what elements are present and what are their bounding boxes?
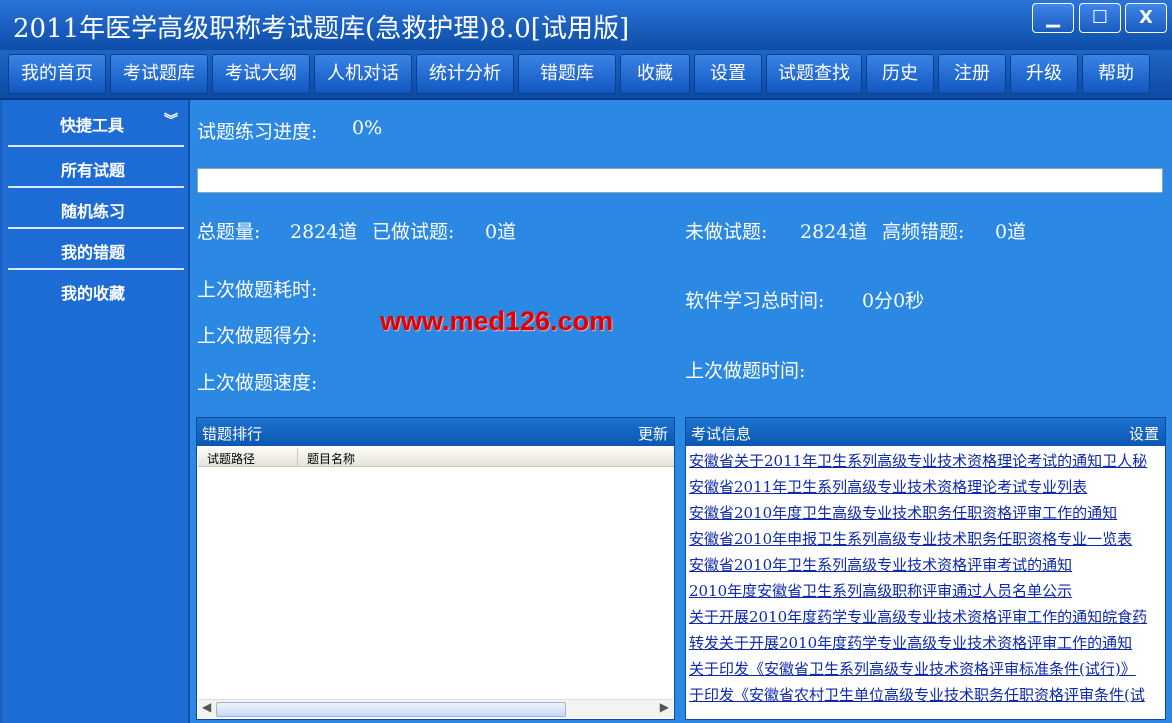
frequent-wrong-value: 0道	[995, 221, 1027, 243]
last-time-label: 上次做题时间:	[685, 360, 806, 382]
total-study-value: 0分0秒	[862, 290, 925, 312]
progress-value: 0%	[352, 117, 383, 139]
app-title: 2011年医学高级职称考试题库(急救护理)8.0[试用版]	[13, 14, 630, 44]
close-button[interactable]: X	[1125, 3, 1167, 33]
maximize-icon: ☐	[1091, 7, 1109, 28]
total-value: 2824道	[290, 221, 358, 243]
exam-info-title: 考试信息	[691, 425, 752, 443]
frequent-wrong-label: 高频错题:	[882, 221, 965, 243]
scroll-right-icon[interactable]: ▶	[660, 700, 669, 714]
exam-news-link[interactable]: 安徽省2010年度卫生高级专业技术职务任职资格评审工作的通知	[689, 502, 1163, 523]
wrong-rank-panel: 错题排行 更新 试题路径 题目名称 ◀ ▶	[196, 417, 675, 720]
exam-news-link[interactable]: 转发关于开展2010年度药学专业高级专业技术资格评审工作的通知	[689, 632, 1163, 653]
progress-label: 试题练习进度:	[197, 121, 318, 143]
sidebar-item-random-practice[interactable]: 随机练习	[8, 189, 182, 227]
undone-value: 2824道	[800, 221, 868, 243]
toolbar-statistics-button[interactable]: 统计分析	[416, 54, 514, 94]
title-bar: 2011年医学高级职称考试题库(急救护理)8.0[试用版] ▁ ☐ X	[0, 0, 1172, 50]
wrong-rank-title: 错题排行	[202, 425, 263, 443]
progress-bar	[197, 168, 1163, 193]
last-duration-label: 上次做题耗时:	[197, 279, 318, 301]
minimize-icon: ▁	[1046, 7, 1060, 28]
maximize-button[interactable]: ☐	[1079, 3, 1121, 33]
exam-news-link[interactable]: 安徽省2011年卫生系列高级专业技术资格理论考试专业列表	[689, 476, 1163, 497]
exam-info-panel: 考试信息 设置 安徽省关于2011年卫生系列高级专业技术资格理论考试的通知卫人秘…	[685, 417, 1166, 720]
exam-news-link[interactable]: 关于印发《安徽省卫生系列高级专业技术资格评审标准条件(试行)》	[689, 658, 1163, 679]
exam-info-settings-button[interactable]: 设置	[1129, 423, 1159, 444]
sidebar-header-label: 快捷工具	[60, 116, 125, 135]
toolbar-register-button[interactable]: 注册	[938, 54, 1006, 94]
last-speed-label: 上次做题速度:	[197, 372, 318, 394]
exam-news-link[interactable]: 安徽省2010年申报卫生系列高级专业技术职务任职资格专业一览表	[689, 528, 1163, 549]
exam-news-link[interactable]: 安徽省关于2011年卫生系列高级专业技术资格理论考试的通知卫人秘	[689, 450, 1163, 471]
toolbar-help-button[interactable]: 帮助	[1082, 54, 1150, 94]
toolbar-home-button[interactable]: 我的首页	[8, 54, 106, 94]
toolbar-settings-button[interactable]: 设置	[694, 54, 762, 94]
toolbar-question-bank-button[interactable]: 考试题库	[110, 54, 208, 94]
sidebar-item-my-favorites[interactable]: 我的收藏	[8, 271, 182, 309]
sidebar-divider	[8, 268, 184, 270]
toolbar-syllabus-button[interactable]: 考试大纲	[212, 54, 310, 94]
minimize-button[interactable]: ▁	[1032, 3, 1074, 33]
sidebar-item-label: 所有试题	[61, 161, 126, 180]
scrollbar-thumb[interactable]	[216, 702, 566, 717]
toolbar-upgrade-button[interactable]: 升级	[1010, 54, 1078, 94]
sidebar-item-label: 随机练习	[61, 202, 126, 221]
sidebar-item-all-questions[interactable]: 所有试题	[8, 148, 182, 186]
main-toolbar: 我的首页 考试题库 考试大纲 人机对话 统计分析 错题库 收藏 设置 试题查找 …	[0, 50, 1172, 100]
sidebar: 快捷工具 ︾ 所有试题 随机练习 我的错题 我的收藏	[2, 100, 190, 723]
main-panel: 试题练习进度: 0% 总题量: 2824道 已做试题: 0道 未做试题: 282…	[190, 100, 1172, 723]
column-header-label: 试题路径	[207, 452, 256, 466]
scroll-left-icon[interactable]: ◀	[202, 700, 211, 714]
column-header-name[interactable]: 题目名称	[298, 448, 674, 467]
undone-label: 未做试题:	[685, 221, 768, 243]
exam-news-link[interactable]: 安徽省2010年卫生系列高级专业技术资格评审考试的通知	[689, 554, 1163, 575]
exam-news-link[interactable]: 2010年度安徽省卫生系列高级职称评审通过人员名单公示	[689, 580, 1163, 601]
done-label: 已做试题:	[372, 221, 455, 243]
total-study-label: 软件学习总时间:	[685, 290, 825, 312]
sidebar-header[interactable]: 快捷工具 ︾	[2, 100, 188, 144]
total-label: 总题量:	[197, 221, 261, 243]
column-header-label: 题目名称	[307, 452, 356, 466]
toolbar-favorites-button[interactable]: 收藏	[620, 54, 690, 94]
sidebar-item-my-wrong[interactable]: 我的错题	[8, 230, 182, 268]
sidebar-divider	[8, 145, 184, 147]
column-header-path[interactable]: 试题路径	[198, 448, 298, 467]
last-score-label: 上次做题得分:	[197, 325, 318, 347]
exam-info-header: 考试信息 设置	[686, 418, 1165, 446]
chevron-double-down-icon[interactable]: ︾	[164, 110, 178, 130]
horizontal-scrollbar[interactable]: ◀ ▶	[198, 699, 673, 718]
exam-news-link[interactable]: 关于开展2010年度药学专业高级专业技术资格评审工作的通知皖食药	[689, 606, 1163, 627]
exam-news-link[interactable]: 于印发《安徽省农村卫生单位高级专业技术职务任职资格评审条件(试	[689, 684, 1163, 705]
watermark-url: www.med126.com	[380, 306, 614, 336]
toolbar-wrong-bank-button[interactable]: 错题库	[518, 54, 616, 94]
done-value: 0道	[485, 221, 517, 243]
sidebar-divider	[8, 186, 184, 188]
wrong-rank-refresh-button[interactable]: 更新	[638, 423, 668, 444]
toolbar-search-button[interactable]: 试题查找	[766, 54, 862, 94]
close-icon: X	[1139, 7, 1153, 28]
sidebar-divider	[8, 227, 184, 229]
toolbar-dialog-button[interactable]: 人机对话	[314, 54, 412, 94]
sidebar-item-label: 我的错题	[61, 243, 126, 262]
sidebar-item-label: 我的收藏	[61, 284, 126, 303]
wrong-rank-header: 错题排行 更新	[197, 418, 674, 446]
toolbar-history-button[interactable]: 历史	[866, 54, 934, 94]
